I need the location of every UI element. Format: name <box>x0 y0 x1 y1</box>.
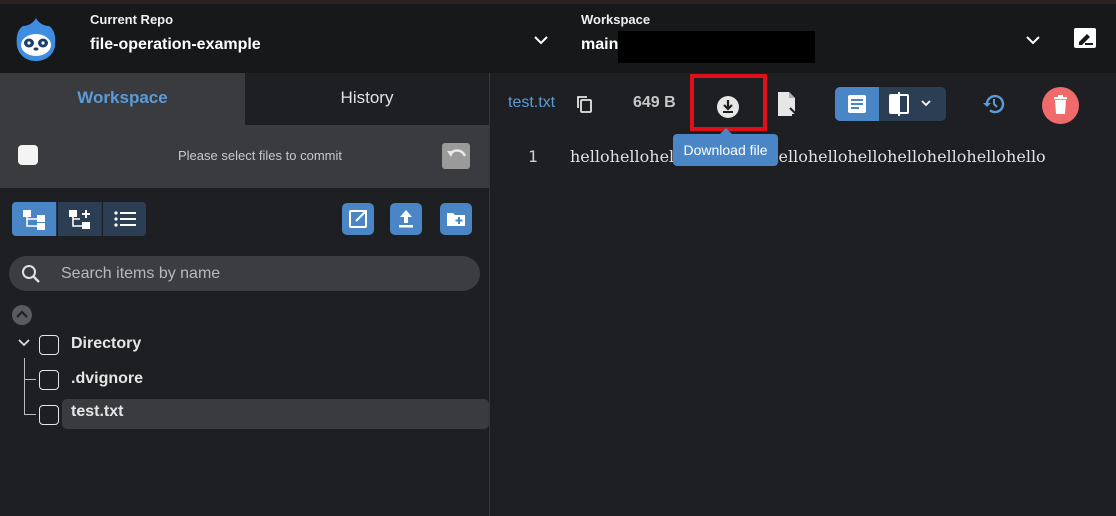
download-icon <box>717 96 739 118</box>
file-icon[interactable] <box>777 91 799 117</box>
tab-history[interactable]: History <box>245 73 489 125</box>
tab-workspace[interactable]: Workspace <box>0 73 245 125</box>
tree-add-button[interactable] <box>57 202 101 236</box>
new-folder-button[interactable] <box>440 203 472 235</box>
tree-item-checkbox[interactable] <box>39 370 59 390</box>
diff-view-button[interactable] <box>880 87 946 121</box>
panel-tabs: Workspace History <box>0 73 489 125</box>
file-name-link[interactable]: test.txt <box>508 94 555 112</box>
repo-selector: Current Repo file-operation-example <box>90 12 261 54</box>
list-view-button[interactable] <box>102 202 146 236</box>
sloth-logo-icon <box>16 18 56 61</box>
repo-label: Current Repo <box>90 12 174 27</box>
file-size: 649 B <box>633 94 676 111</box>
tree-item-checkbox[interactable] <box>39 335 59 355</box>
collapse-all-button[interactable] <box>12 305 32 325</box>
tree-item-directory[interactable]: Directory <box>0 329 489 359</box>
redacted-region <box>618 31 815 63</box>
commit-bar: Please select files to commit <box>0 125 489 188</box>
history-icon[interactable] <box>982 92 1006 116</box>
text-view-icon <box>848 95 866 113</box>
download-tooltip: Download file <box>673 128 778 166</box>
list-view-icon <box>114 211 136 227</box>
view-mode-toggle <box>835 87 946 121</box>
tree-item-label: test.txt <box>71 403 124 420</box>
left-panel: Workspace History Please select files to… <box>0 73 489 516</box>
chevron-down-icon[interactable] <box>533 34 549 46</box>
view-mode-group <box>12 202 146 236</box>
search-input[interactable] <box>61 256 461 291</box>
file-viewer-panel: test.txt 649 B 1 hellohellohellohellohel… <box>490 73 1116 516</box>
tree-item-label: .dvignore <box>71 370 144 387</box>
repo-name[interactable]: file-operation-example <box>90 36 261 54</box>
tree-add-icon <box>69 210 90 229</box>
edit-note-icon[interactable] <box>1073 27 1099 51</box>
delete-button[interactable] <box>1042 87 1079 124</box>
file-toolbar: test.txt 649 B <box>490 73 1116 135</box>
tree-item-label: Directory <box>71 335 142 352</box>
text-view-button[interactable] <box>835 87 879 121</box>
chevron-down-icon[interactable] <box>17 338 31 348</box>
line-content: hellohellohellohellohellohellohellohello… <box>570 147 1046 166</box>
new-folder-icon <box>447 213 465 226</box>
tree-item-checkbox[interactable] <box>39 405 59 425</box>
tree-view-icon <box>23 210 45 230</box>
file-content-editor[interactable]: 1 hellohellohellohellohellohellohellohel… <box>490 135 1116 516</box>
search-bar <box>9 256 480 291</box>
undo-icon <box>447 149 467 157</box>
workspace-label: Workspace <box>581 12 651 27</box>
upload-button[interactable] <box>390 203 422 235</box>
tree-item-test-txt[interactable]: test.txt <box>0 399 489 429</box>
tree-view-button[interactable] <box>12 202 56 236</box>
delete-icon <box>1054 95 1067 114</box>
open-external-button[interactable] <box>342 203 374 235</box>
undo-button[interactable] <box>442 143 470 169</box>
search-icon <box>22 265 40 283</box>
tree-item-dvignore[interactable]: .dvignore <box>0 364 489 394</box>
upload-icon <box>399 210 413 228</box>
app-header: Current Repo file-operation-example Work… <box>0 0 1116 73</box>
chevron-up-icon <box>16 310 28 318</box>
chevron-down-icon[interactable] <box>1025 34 1041 46</box>
line-number: 1 <box>528 147 538 166</box>
open-external-icon <box>349 210 367 228</box>
download-button[interactable] <box>690 74 767 131</box>
diff-view-icon <box>889 92 931 116</box>
copy-icon[interactable] <box>576 95 594 114</box>
